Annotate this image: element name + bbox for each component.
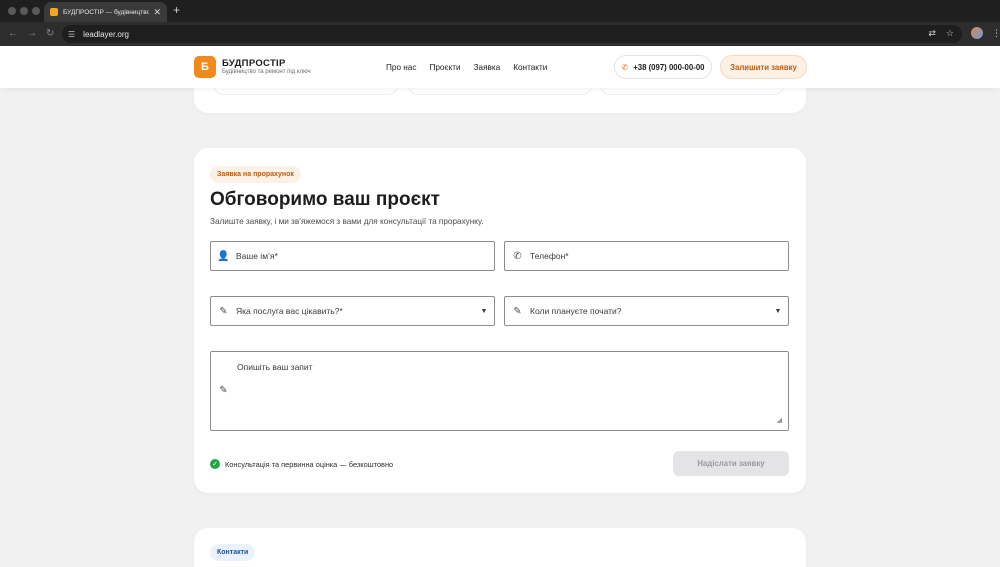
browser-menu-icon[interactable]: ⋮ xyxy=(992,27,1000,39)
logo-icon[interactable]: Б xyxy=(194,56,216,78)
service-placeholder: Яка послуга вас цікавить?* xyxy=(236,306,343,316)
chevron-down-icon: ▼ xyxy=(774,307,782,315)
name-placeholder: Ваше ім’я* xyxy=(236,251,278,261)
phone-number: +38 (097) 000-00-00 xyxy=(633,62,705,72)
edit-list-icon: ✎ xyxy=(219,385,228,396)
page-viewport: Б БУДПРОСТІР Будівництво та ремонт під к… xyxy=(0,46,1000,567)
reload-icon[interactable]: ↻ xyxy=(46,27,54,41)
free-consultation-note: ✓ Консультація та первинна оцінка — безк… xyxy=(210,459,393,469)
start-time-select[interactable]: ✎ Коли плануєте почати? ▼ xyxy=(504,296,789,326)
edit-list-icon: ✎ xyxy=(219,305,228,317)
message-placeholder: Опишіть ваш запит xyxy=(237,362,313,372)
window-close-dot[interactable] xyxy=(8,7,16,15)
bookmark-star-icon[interactable]: ☆ xyxy=(946,28,954,39)
new-tab-icon[interactable]: + xyxy=(173,4,180,16)
form-title: Обговоримо ваш проєкт xyxy=(210,189,440,210)
browser-tab[interactable]: БУДПРОСТІР — будівництво ✕ xyxy=(44,2,167,22)
url-input[interactable]: ☰ leadlayer.org ⇄ ☆ xyxy=(62,25,962,43)
back-icon[interactable]: ← xyxy=(8,27,18,41)
note-text: Консультація та первинна оцінка — безкош… xyxy=(225,459,394,469)
profile-avatar[interactable] xyxy=(971,27,983,39)
url-text: leadlayer.org xyxy=(83,29,129,39)
tab-title: БУДПРОСТІР — будівництво xyxy=(63,8,150,16)
form-subtitle: Залиште заявку, і ми зв’яжемося з вами д… xyxy=(210,217,484,226)
browser-tabbar: БУДПРОСТІР — будівництво ✕ + xyxy=(0,0,1000,22)
nav-item-request[interactable]: Заявка xyxy=(474,63,501,72)
phone-button[interactable]: ✆ +38 (097) 000-00-00 xyxy=(614,55,712,79)
nav-item-projects[interactable]: Проєкти xyxy=(429,63,460,72)
phone-placeholder: Телефон* xyxy=(530,251,569,261)
chevron-down-icon: ▼ xyxy=(480,307,488,315)
window-zoom-dot[interactable] xyxy=(32,7,40,15)
brand-name[interactable]: БУДПРОСТІР xyxy=(222,58,286,69)
contacts-section-card: Контакти xyxy=(194,528,806,567)
phone-icon: ✆ xyxy=(621,62,629,72)
check-circle-icon: ✓ xyxy=(210,459,220,469)
submit-button[interactable]: Надіслати заявку xyxy=(673,451,789,476)
service-select[interactable]: ✎ Яка послуга вас цікавить?* ▼ xyxy=(210,296,495,326)
site-header: Б БУДПРОСТІР Будівництво та ремонт під к… xyxy=(0,46,1000,88)
phone-input[interactable]: ✆ Телефон* xyxy=(504,241,789,271)
phone-icon: ✆ xyxy=(513,250,522,262)
section-badge: Заявка на прорахунок xyxy=(210,166,301,183)
name-input[interactable]: 👤 Ваше ім’я* xyxy=(210,241,495,271)
leave-request-button[interactable]: Залишити заявку xyxy=(720,55,807,79)
person-icon: 👤 xyxy=(217,250,230,262)
nav-item-contacts[interactable]: Контакти xyxy=(513,63,547,72)
tab-close-icon[interactable]: ✕ xyxy=(153,7,161,17)
main-nav: Про нас Проєкти Заявка Контакти xyxy=(386,63,547,72)
translate-icon[interactable]: ⇄ xyxy=(928,28,936,39)
address-bar: ← → ↻ ☰ leadlayer.org ⇄ ☆ xyxy=(0,22,1000,46)
request-form-card: Заявка на прорахунок Обговоримо ваш проє… xyxy=(194,148,806,493)
start-time-placeholder: Коли плануєте почати? xyxy=(530,306,622,316)
nav-item-about[interactable]: Про нас xyxy=(386,63,416,72)
window-minimize-dot[interactable] xyxy=(20,7,28,15)
contacts-badge: Контакти xyxy=(210,544,256,561)
edit-list-icon: ✎ xyxy=(513,305,522,317)
resize-handle-icon[interactable]: ◢ xyxy=(777,417,782,424)
brand-tagline: Будівництво та ремонт під ключ xyxy=(222,69,311,75)
message-textarea[interactable]: ✎ Опишіть ваш запит ◢ xyxy=(210,351,789,431)
tab-favicon-icon xyxy=(50,8,58,16)
site-settings-icon[interactable]: ☰ xyxy=(68,30,75,39)
forward-icon[interactable]: → xyxy=(27,27,37,41)
